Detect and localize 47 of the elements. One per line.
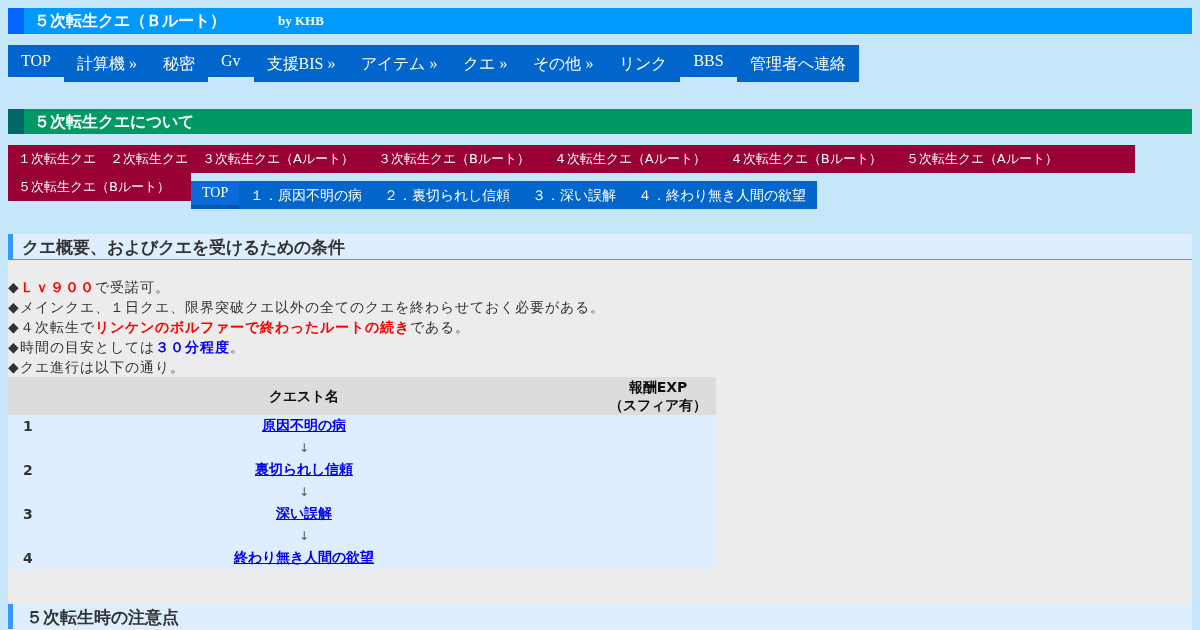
table-cell-text: 4	[22, 550, 34, 566]
nav-link[interactable]: 計算機 »	[63, 45, 150, 82]
info-text: ◆Ｌｖ９００ で受諾可。	[8, 278, 171, 297]
info-text: ◆４次転生で リンケンのボルファーで終わったルートの続き である。	[8, 318, 471, 337]
nav-link[interactable]: クエ »	[450, 45, 521, 82]
section-banner: ５次転生クエについて	[8, 109, 1192, 134]
quest-link[interactable]: 原因不明の病	[262, 417, 346, 435]
quest-link[interactable]: ３次転生クエ（Bルート）	[377, 150, 540, 168]
sub-nav-link[interactable]: TOP	[191, 181, 240, 209]
down-arrow: ↓	[297, 528, 311, 545]
quest-link[interactable]: 深い誤解	[276, 505, 332, 523]
nav-link[interactable]: TOP	[8, 45, 64, 80]
sub-nav-link[interactable]: ３．深い誤解	[521, 181, 628, 209]
sub-nav-link[interactable]: ２．裏切られし信頼	[373, 181, 522, 209]
quest-link[interactable]: ４次転生クエ（Aルート）	[553, 150, 716, 168]
section-heading: クエ概要、およびクエを受けるための条件	[8, 234, 1192, 260]
column-header: 報酬EXP （スフィア有）	[608, 378, 708, 414]
table-cell-text: 2	[22, 462, 34, 478]
nav-link[interactable]: その他 »	[520, 45, 607, 82]
quest-link[interactable]: ５次転生クエ（Bルート）	[18, 178, 170, 196]
quest-link[interactable]: ４次転生クエ（Bルート）	[729, 150, 892, 168]
nav-link[interactable]: 支援BIS »	[253, 45, 349, 82]
down-arrow: ↓	[297, 484, 311, 501]
info-text: ◆クエ進行は以下の通り。	[8, 358, 186, 377]
nav-link[interactable]: Gv	[207, 45, 254, 80]
column-header: クエスト名	[268, 387, 340, 405]
quest-link[interactable]: １次転生クエ	[18, 150, 96, 168]
info-text: ◆メインクエ、１日クエ、限界突破クエ以外の全てのクエを終わらせておく必要がある。	[8, 298, 606, 317]
section-heading: ５次転生時の注意点	[8, 604, 1192, 629]
nav-link[interactable]: リンク	[606, 45, 681, 82]
page-title: ５次転生クエ（Ｂルート）	[33, 10, 227, 32]
nav-link[interactable]: BBS	[680, 45, 737, 80]
nav-link[interactable]: アイテム »	[348, 45, 451, 82]
quest-link[interactable]: 終わり無き人間の欲望	[234, 549, 374, 567]
quest-link[interactable]: ２次転生クエ	[110, 150, 188, 168]
info-text: ◆時間の目安としては ３０分程度。	[8, 338, 246, 357]
author-byline: by KHB	[278, 13, 324, 29]
quest-link[interactable]: ５次転生クエ（Aルート）	[905, 150, 1068, 168]
nav-link[interactable]: 秘密	[149, 45, 208, 82]
sub-nav-link[interactable]: ４．終わり無き人間の欲望	[627, 181, 818, 209]
down-arrow: ↓	[297, 440, 311, 457]
quest-link[interactable]: 裏切られし信頼	[255, 461, 353, 479]
sub-nav-link[interactable]: １．原因不明の病	[239, 181, 374, 209]
table-cell-text: 1	[22, 418, 34, 434]
table-cell-text: 3	[22, 506, 34, 522]
nav-link[interactable]: 管理者へ連絡	[736, 45, 859, 82]
quest-link[interactable]: ３次転生クエ（Aルート）	[202, 150, 364, 168]
